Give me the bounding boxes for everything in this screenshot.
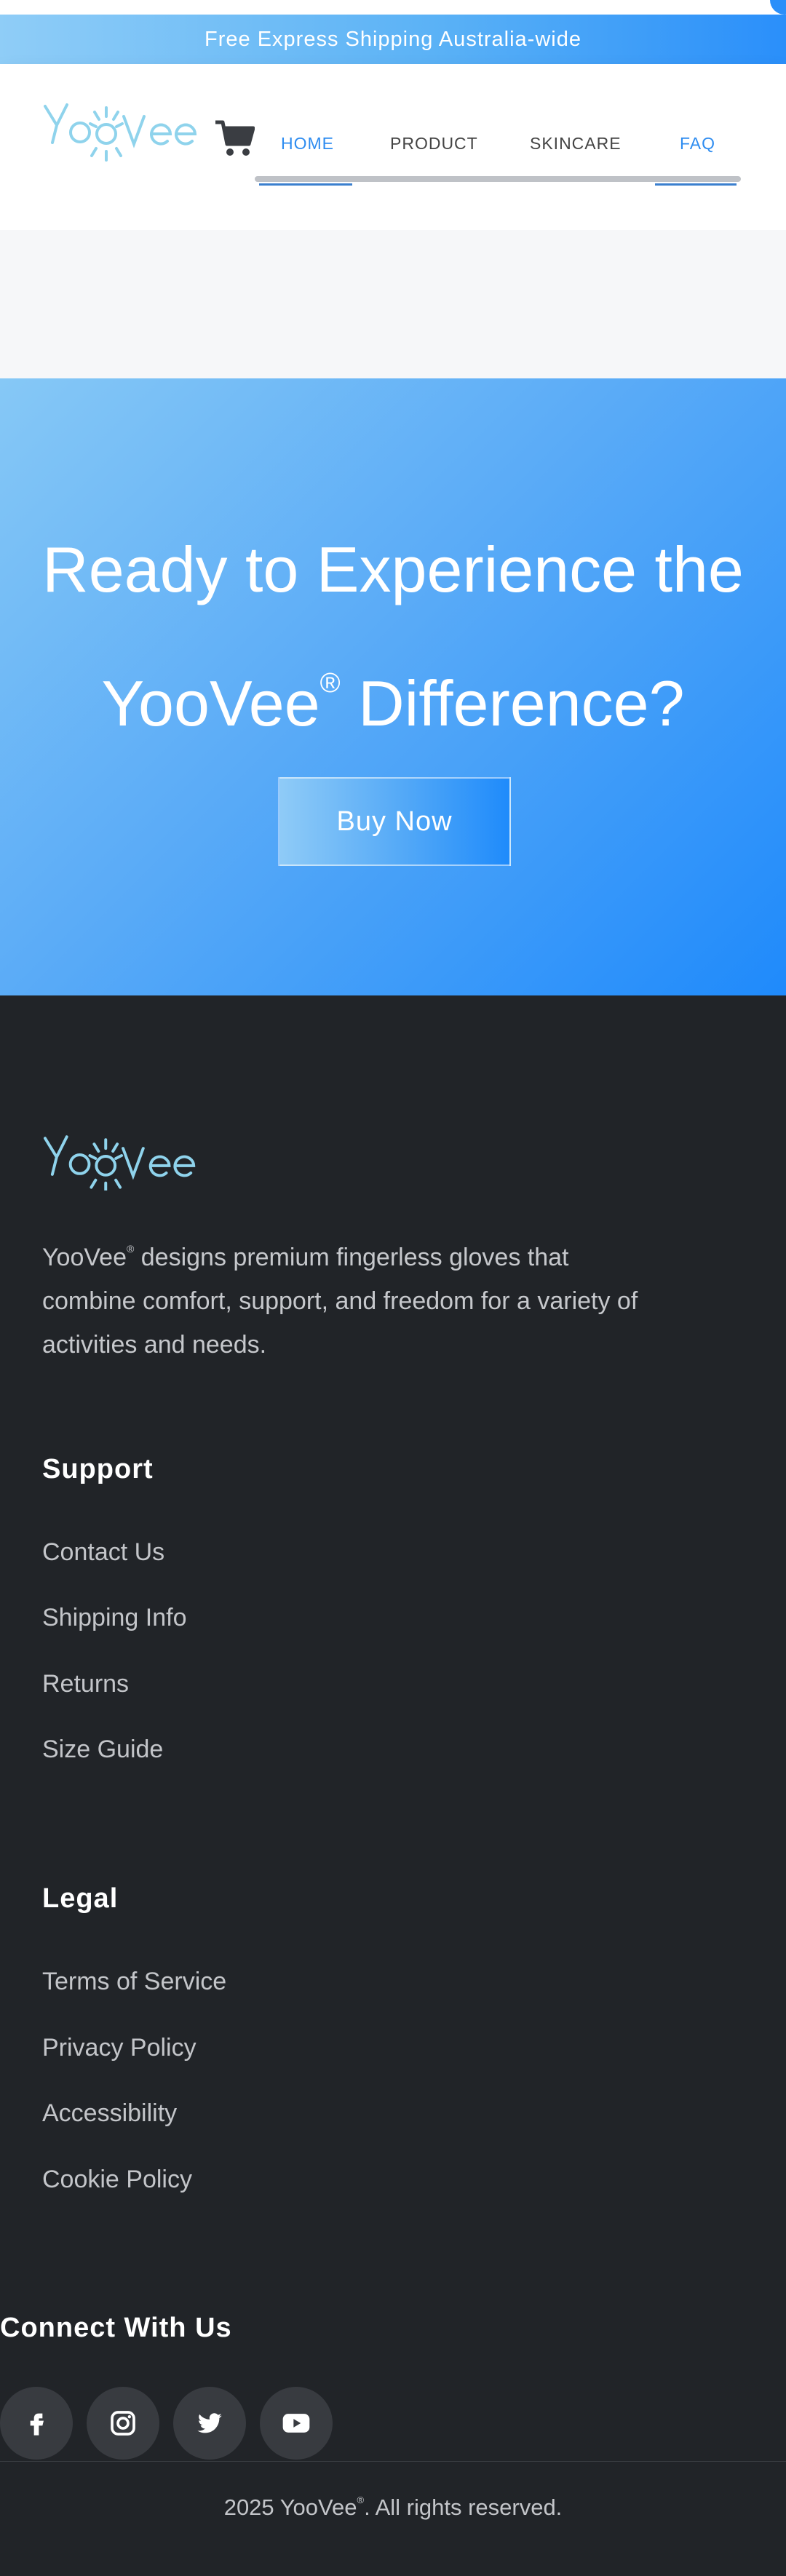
nav-product[interactable]: PRODUCT bbox=[390, 134, 478, 156]
registered-mark: ® bbox=[357, 2494, 365, 2505]
floating-action-dot[interactable] bbox=[770, 0, 786, 15]
twitter-icon[interactable] bbox=[173, 2387, 246, 2460]
footer-brand: YooVee bbox=[42, 1244, 127, 1271]
nav-scrollbar[interactable] bbox=[255, 176, 741, 182]
buy-now-button[interactable]: Buy Now bbox=[278, 777, 511, 866]
footer-link-cookie-policy[interactable]: Cookie Policy bbox=[42, 2166, 192, 2194]
cta-title-line2: YooVee® Difference? bbox=[0, 627, 786, 760]
footer-link-privacy[interactable]: Privacy Policy bbox=[42, 2034, 196, 2062]
support-title: Support bbox=[42, 1454, 154, 1484]
footer-link-shipping-info[interactable]: Shipping Info bbox=[42, 1604, 187, 1632]
spacer-section bbox=[0, 230, 786, 378]
footer-description: YooVee® designs premium fingerless glove… bbox=[42, 1227, 646, 1367]
connect-title: Connect With Us bbox=[0, 2313, 232, 2343]
nav-faq[interactable]: FAQ bbox=[680, 134, 715, 156]
footer-link-contact-us[interactable]: Contact Us bbox=[42, 1538, 164, 1567]
cta-title-line1: Ready to Experience the bbox=[42, 533, 744, 605]
registered-mark: ® bbox=[127, 1243, 135, 1255]
cta-section: Ready to Experience the YooVee® Differen… bbox=[0, 378, 786, 995]
copyright-suffix: . All rights reserved. bbox=[364, 2494, 563, 2520]
legal-title: Legal bbox=[42, 1883, 119, 1914]
instagram-icon[interactable] bbox=[87, 2387, 159, 2460]
copyright-text: 2025 YooVee®. All rights reserved. bbox=[0, 2494, 786, 2521]
footer-link-returns[interactable]: Returns bbox=[42, 1670, 129, 1698]
footer-link-accessibility[interactable]: Accessibility bbox=[42, 2099, 177, 2128]
site-header: HOME PRODUCT SKINCARE FAQ bbox=[0, 64, 786, 230]
facebook-icon[interactable] bbox=[0, 2387, 73, 2460]
cta-title-rest: Difference? bbox=[340, 667, 685, 739]
nav-home-underline bbox=[259, 183, 352, 186]
footer-link-size-guide[interactable]: Size Guide bbox=[42, 1736, 163, 1764]
site-footer: YooVee® designs premium fingerless glove… bbox=[0, 995, 786, 2576]
registered-mark: ® bbox=[319, 668, 341, 699]
youtube-icon[interactable] bbox=[260, 2387, 333, 2460]
logo[interactable] bbox=[42, 96, 211, 162]
copyright-prefix: 2025 YooVee bbox=[223, 2494, 357, 2520]
footer-description-text: designs premium fingerless gloves that c… bbox=[42, 1244, 638, 1359]
announcement-bar: Free Express Shipping Australia-wide bbox=[0, 15, 786, 64]
footer-logo[interactable] bbox=[42, 1125, 210, 1190]
cta-title: Ready to Experience the YooVee® Differen… bbox=[0, 513, 786, 760]
nav-home[interactable]: HOME bbox=[281, 134, 334, 156]
nav-skincare[interactable]: SKINCARE bbox=[530, 134, 622, 156]
announcement-text: Free Express Shipping Australia-wide bbox=[205, 28, 581, 51]
footer-link-terms[interactable]: Terms of Service bbox=[42, 1968, 226, 1996]
cta-brand: YooVee bbox=[101, 667, 320, 739]
cart-icon[interactable] bbox=[214, 119, 255, 157]
footer-divider bbox=[0, 2461, 786, 2462]
nav-faq-underline bbox=[655, 183, 737, 186]
